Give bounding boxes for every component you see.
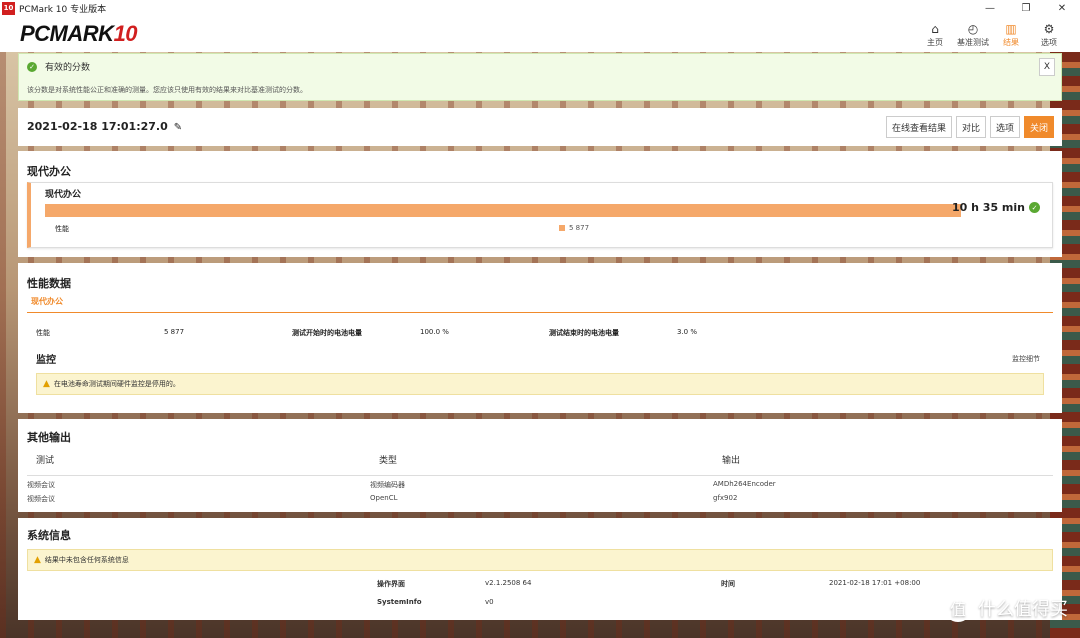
- warning-icon: ▲: [34, 555, 41, 565]
- valid-score-notice: ✓ 有效的分数 该分数是对系统性能公正和准确的测量。您应该只使用有效的结果来对比…: [18, 53, 1062, 101]
- time-value: 2021-02-18 17:01 +08:00: [829, 579, 921, 587]
- perf-score-value: 5 877: [164, 328, 185, 336]
- system-info-card: 系统信息 ▲ 结果中未包含任何系统信息 操作界面 v2.1.2508 64 时间…: [18, 518, 1062, 620]
- brand-main: PCMARK: [20, 21, 114, 46]
- nav-home-label: 主页: [927, 37, 943, 47]
- options-button[interactable]: 选项: [989, 116, 1020, 138]
- legend: 5 877: [559, 224, 589, 232]
- result-actions: 在线查看结果 对比 选项 关闭: [885, 116, 1054, 138]
- home-icon: ⌂: [931, 21, 939, 36]
- nav-options[interactable]: ⚙ 选项: [1030, 21, 1068, 48]
- sysinfo-warning: ▲ 结果中未包含任何系统信息: [27, 549, 1053, 571]
- edit-pencil-icon[interactable]: ✎: [174, 122, 182, 133]
- tab-modern-office[interactable]: 现代办公: [31, 296, 63, 307]
- warning-icon: ▲: [43, 379, 50, 389]
- battery-start-value: 100.0 %: [420, 328, 449, 336]
- legend-swatch: [559, 225, 565, 231]
- check-circle-icon: ✓: [1029, 202, 1040, 213]
- section-title: 其他输出: [27, 431, 71, 444]
- notice-text: 该分数是对系统性能公正和准确的测量。您应该只使用有效的结果来对比基准测试的分数。: [27, 86, 307, 94]
- monitor-details-link[interactable]: 监控细节: [1012, 354, 1040, 364]
- section-title: 性能数据: [27, 277, 71, 290]
- gear-icon: ⚙: [1043, 21, 1055, 36]
- column-header-type: 类型: [379, 456, 398, 466]
- table-cell: 视频编码器: [370, 481, 405, 489]
- result-header: 2021-02-18 17:01:27.0 ✎ 在线查看结果 对比 选项 关闭: [18, 108, 1062, 146]
- notice-close-button[interactable]: X: [1039, 58, 1055, 76]
- battery-end-value: 3.0 %: [677, 328, 698, 336]
- app-logo-icon: 10: [2, 1, 15, 15]
- nav-results-label: 结果: [1003, 37, 1019, 47]
- section-title: 系统信息: [27, 529, 71, 542]
- watermark-text: 什么值得买: [978, 599, 1068, 620]
- nav-home[interactable]: ⌂ 主页: [916, 21, 954, 48]
- table-cell: 视频会议: [27, 481, 55, 489]
- gauge-icon: ◴: [967, 21, 979, 36]
- minimize-button[interactable]: —: [972, 3, 1008, 14]
- column-header-test: 测试: [36, 456, 55, 466]
- compare-button[interactable]: 对比: [955, 116, 986, 138]
- battery-end-label: 测试结束时的电池电量: [549, 329, 619, 337]
- office-result-panel: 现代办公 10 h 35 min ✓ 性能 5 877: [27, 182, 1053, 248]
- time-label: 时间: [721, 580, 735, 588]
- table-cell: 视频会议: [27, 495, 55, 503]
- nav-benchmarks-label: 基准测试: [957, 37, 989, 47]
- legend-value: 5 877: [569, 224, 590, 232]
- site-watermark: 值 什么值得买: [944, 594, 1068, 622]
- systeminfo-label: SystemInfo: [377, 598, 422, 606]
- os-value: v2.1.2508 64: [485, 579, 532, 587]
- column-header-output: 输出: [722, 456, 741, 466]
- performance-data-card: 性能数据 现代办公 性能 5 877 测试开始时的电池电量 100.0 % 测试…: [18, 263, 1062, 413]
- table-cell: gfx902: [713, 494, 738, 502]
- bar-chart-icon: ▥: [1005, 21, 1017, 36]
- watermark-logo-icon: 值: [944, 594, 972, 622]
- modern-office-card: 现代办公 现代办公 10 h 35 min ✓ 性能 5 877: [18, 151, 1062, 257]
- nav-results[interactable]: ▥ 结果: [992, 21, 1030, 48]
- monitor-warning: ▲ 在电池寿命测试期间硬件监控是停用的。: [36, 373, 1044, 395]
- os-label: 操作界面: [377, 580, 405, 588]
- result-datetime: 2021-02-18 17:01:27.0: [27, 120, 168, 133]
- maximize-button[interactable]: ❐: [1008, 3, 1044, 14]
- other-output-card: 其他输出 测试 类型 输出 视频会议 视频编码器 AMDh264Encoder …: [18, 419, 1062, 512]
- main-nav: ⌂ 主页 ◴ 基准测试 ▥ 结果 ⚙ 选项: [916, 21, 1068, 48]
- window-title: PCMark 10 专业版本: [19, 4, 107, 15]
- table-cell: AMDh264Encoder: [713, 480, 776, 488]
- brand-number: 10: [113, 21, 138, 46]
- check-icon: ✓: [27, 61, 37, 72]
- systeminfo-value: v0: [485, 598, 494, 606]
- office-subtitle: 现代办公: [45, 190, 82, 200]
- window-titlebar: 10 PCMark 10 专业版本 — ❐ ✕: [0, 0, 1080, 16]
- notice-title: 有效的分数: [45, 63, 91, 73]
- nav-benchmarks[interactable]: ◴ 基准测试: [954, 21, 992, 48]
- perf-score-label: 性能: [36, 329, 50, 337]
- close-window-button[interactable]: ✕: [1044, 3, 1080, 14]
- app-header: PCMARK10 ⌂ 主页 ◴ 基准测试 ▥ 结果 ⚙ 选项: [0, 16, 1080, 52]
- brand-logo: PCMARK10: [20, 21, 138, 47]
- window-controls: — ❐ ✕: [972, 3, 1080, 14]
- view-online-button[interactable]: 在线查看结果: [885, 116, 952, 138]
- monitor-title: 监控: [36, 355, 56, 366]
- table-cell: OpenCL: [370, 494, 398, 502]
- perf-label: 性能: [55, 225, 69, 233]
- battery-life-bar: [45, 204, 961, 217]
- tab-underline: [27, 312, 1053, 313]
- monitor-warning-text: 在电池寿命测试期间硬件监控是停用的。: [53, 380, 180, 388]
- close-result-button[interactable]: 关闭: [1023, 116, 1054, 138]
- nav-options-label: 选项: [1041, 37, 1057, 47]
- battery-start-label: 测试开始时的电池电量: [292, 329, 362, 337]
- battery-duration: 10 h 35 min: [952, 201, 1025, 214]
- sysinfo-warning-text: 结果中未包含任何系统信息: [44, 556, 129, 564]
- section-title: 现代办公: [27, 165, 71, 178]
- table-divider: [27, 475, 1053, 476]
